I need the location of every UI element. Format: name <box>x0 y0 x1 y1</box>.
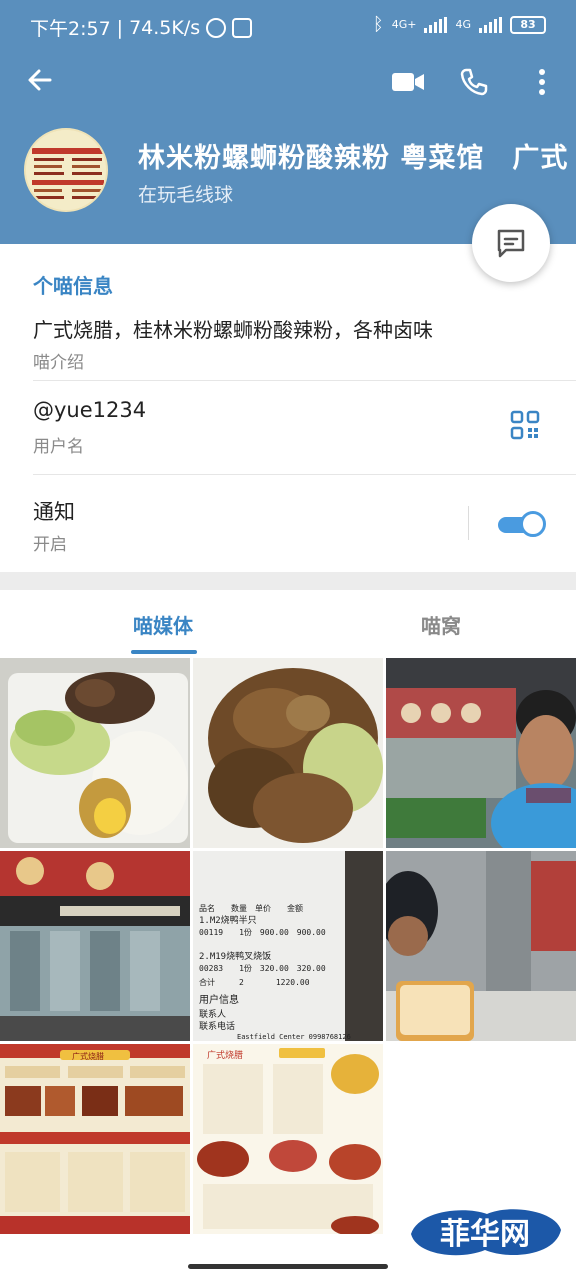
video-camera-icon <box>392 73 424 91</box>
menu-avatar-image <box>26 130 106 210</box>
alarm-icon <box>206 17 227 38</box>
receipt-user-info: 用户信息 <box>199 993 239 1006</box>
receipt-item-1: 1.M2烧鸭半只 <box>199 914 257 926</box>
qr-code-button[interactable] <box>510 410 540 440</box>
telegram-notification-icon <box>232 17 253 38</box>
divider <box>33 380 576 381</box>
media-thumbnail[interactable] <box>386 658 576 848</box>
chat-title: 林米粉螺蛳粉酸辣粉 粤菜馆 广式 <box>138 143 569 174</box>
receipt-item-1-detail: 00119 1份 900.00 900.00 <box>199 927 326 937</box>
media-thumbnail[interactable] <box>0 658 190 848</box>
username[interactable]: @yue1234 <box>33 398 146 422</box>
receipt-header: 品名 数量 单价 金额 <box>199 903 303 913</box>
toggle-knob <box>520 511 546 537</box>
qr-code-icon <box>510 410 540 440</box>
profile-header: 下午2:57 | 74.5K/s ᛒ 4G+ 4G 83 林米粉螺蛳粉酸辣粉 粤… <box>0 0 576 244</box>
status-bar: 下午2:57 | 74.5K/s ᛒ 4G+ 4G 83 <box>0 0 576 52</box>
more-button[interactable] <box>524 64 560 100</box>
tab-groups[interactable]: 喵窝 <box>421 610 461 639</box>
watermark-text: 菲华网 <box>440 1217 530 1252</box>
network-type-2: 4G <box>455 18 471 31</box>
helmet-selfie-photo <box>386 851 576 1041</box>
back-button[interactable] <box>22 64 58 100</box>
media-thumbnail[interactable] <box>0 851 190 1041</box>
bio-text[interactable]: 广式烧腊，桂林米粉螺蛳粉酸辣粉，各种卤味 <box>33 314 433 343</box>
phone-icon <box>460 68 488 96</box>
info-section: 个喵信息 广式烧腊，桂林米粉螺蛳粉酸辣粉，各种卤味 喵介绍 @yue1234 用… <box>0 244 576 572</box>
arrow-left-icon <box>28 69 52 91</box>
message-fab-button[interactable] <box>472 204 550 282</box>
bio-label: 喵介绍 <box>33 353 84 373</box>
braised-food-photo <box>193 658 383 848</box>
network-type-1: 4G+ <box>391 18 417 31</box>
notification-label: 通知 <box>33 500 75 524</box>
tab-media[interactable]: 喵媒体 <box>133 610 193 639</box>
receipt-photo: 品名 数量 单价 金额 1.M2烧鸭半只 00119 1份 900.00 900… <box>193 851 383 1041</box>
media-thumbnail[interactable]: 品名 数量 单价 金额 1.M2烧鸭半只 00119 1份 900.00 900… <box>193 851 383 1041</box>
signal-1-icon <box>424 16 448 33</box>
notification-status: 开启 <box>33 535 67 555</box>
telegram-profile-screen: 下午2:57 | 74.5K/s ᛒ 4G+ 4G 83 林米粉螺蛳粉酸辣粉 粤… <box>0 0 576 1280</box>
network-speed: 74.5K/s <box>129 16 201 39</box>
selfie-mall-photo <box>386 658 576 848</box>
status-separator: | <box>116 16 124 39</box>
toolbar <box>0 52 576 112</box>
menu-board-title: 广式烧腊 <box>72 1051 104 1061</box>
chat-status: 在玩毛线球 <box>138 184 234 206</box>
food-box-photo <box>0 658 190 848</box>
receipt-item-2-detail: 00283 1份 320.00 320.00 <box>199 963 326 973</box>
message-icon <box>497 229 525 258</box>
receipt-item-2: 2.M19烧鸭叉烧饭 <box>199 950 271 962</box>
signal-2-icon <box>479 16 502 33</box>
video-call-button[interactable] <box>390 64 426 100</box>
more-vertical-icon <box>539 69 545 95</box>
avatar[interactable] <box>24 128 108 212</box>
notification-toggle[interactable] <box>498 510 546 538</box>
voice-call-button[interactable] <box>456 64 492 100</box>
info-section-title: 个喵信息 <box>33 274 113 298</box>
media-thumbnail[interactable]: 广式烧腊 <box>193 1044 383 1234</box>
receipt-address: Eastfield Center 0998768126 <box>237 1033 351 1041</box>
receipt-phone: 联系电话 <box>199 1020 235 1032</box>
receipt-contact: 联系人 <box>199 1009 226 1020</box>
receipt-total: 合计 2 1220.00 <box>199 977 310 987</box>
username-label: 用户名 <box>33 437 84 457</box>
media-thumbnail[interactable] <box>193 658 383 848</box>
divider <box>33 474 576 475</box>
menu-board-photo: 广式烧腊 <box>0 1044 190 1234</box>
clock: 下午2:57 <box>30 18 111 40</box>
watermark-logo: 菲华网 <box>405 1200 565 1264</box>
media-thumbnail[interactable] <box>386 851 576 1041</box>
battery-level: 83 <box>510 15 546 34</box>
vertical-separator <box>468 506 469 540</box>
bluetooth-icon: ᛒ <box>372 14 384 35</box>
home-indicator[interactable] <box>188 1264 388 1269</box>
media-section: 喵媒体 喵窝 品名 数量 单价 金额 1.M2烧鸭半只 00119 1份 900… <box>0 590 576 1280</box>
menu-sheet-title: 广式烧腊 <box>207 1049 243 1061</box>
menu-sheet-photo: 广式烧腊 <box>193 1044 383 1234</box>
storefront-photo <box>0 851 190 1041</box>
media-thumbnail[interactable]: 广式烧腊 <box>0 1044 190 1234</box>
tab-indicator <box>131 650 197 654</box>
